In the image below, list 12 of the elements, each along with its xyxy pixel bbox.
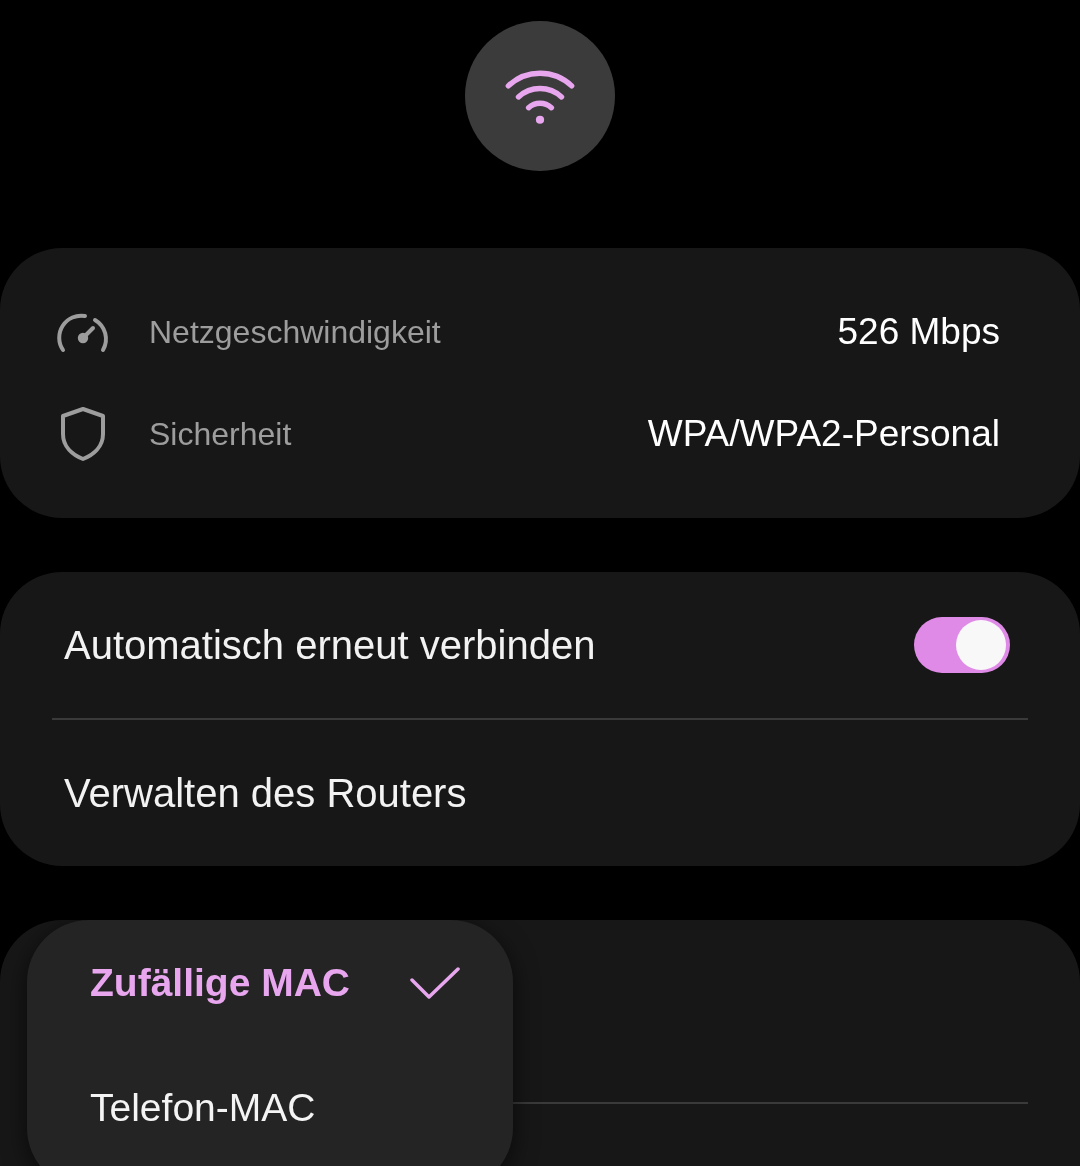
menu-item[interactable]: Zufällige MAC [27,920,513,1045]
detail-label: Netzgeschwindigkeit [149,313,442,351]
menu-item[interactable]: Telefon-MAC [27,1045,513,1166]
detail-value: 526 Mbps [837,311,1000,353]
setting-row[interactable]: Automatisch erneut verbinden [0,572,1080,718]
toggle-switch[interactable] [914,617,1010,673]
setting-label: Automatisch erneut verbinden [64,622,596,668]
check-icon [410,965,460,1000]
detail-value: WPA/WPA2-Personal [647,413,1000,455]
setting-row[interactable]: Verwalten des Routers [0,720,1080,866]
setting-label: Verwalten des Routers [64,770,467,816]
detail-label: Sicherheit [149,415,293,453]
